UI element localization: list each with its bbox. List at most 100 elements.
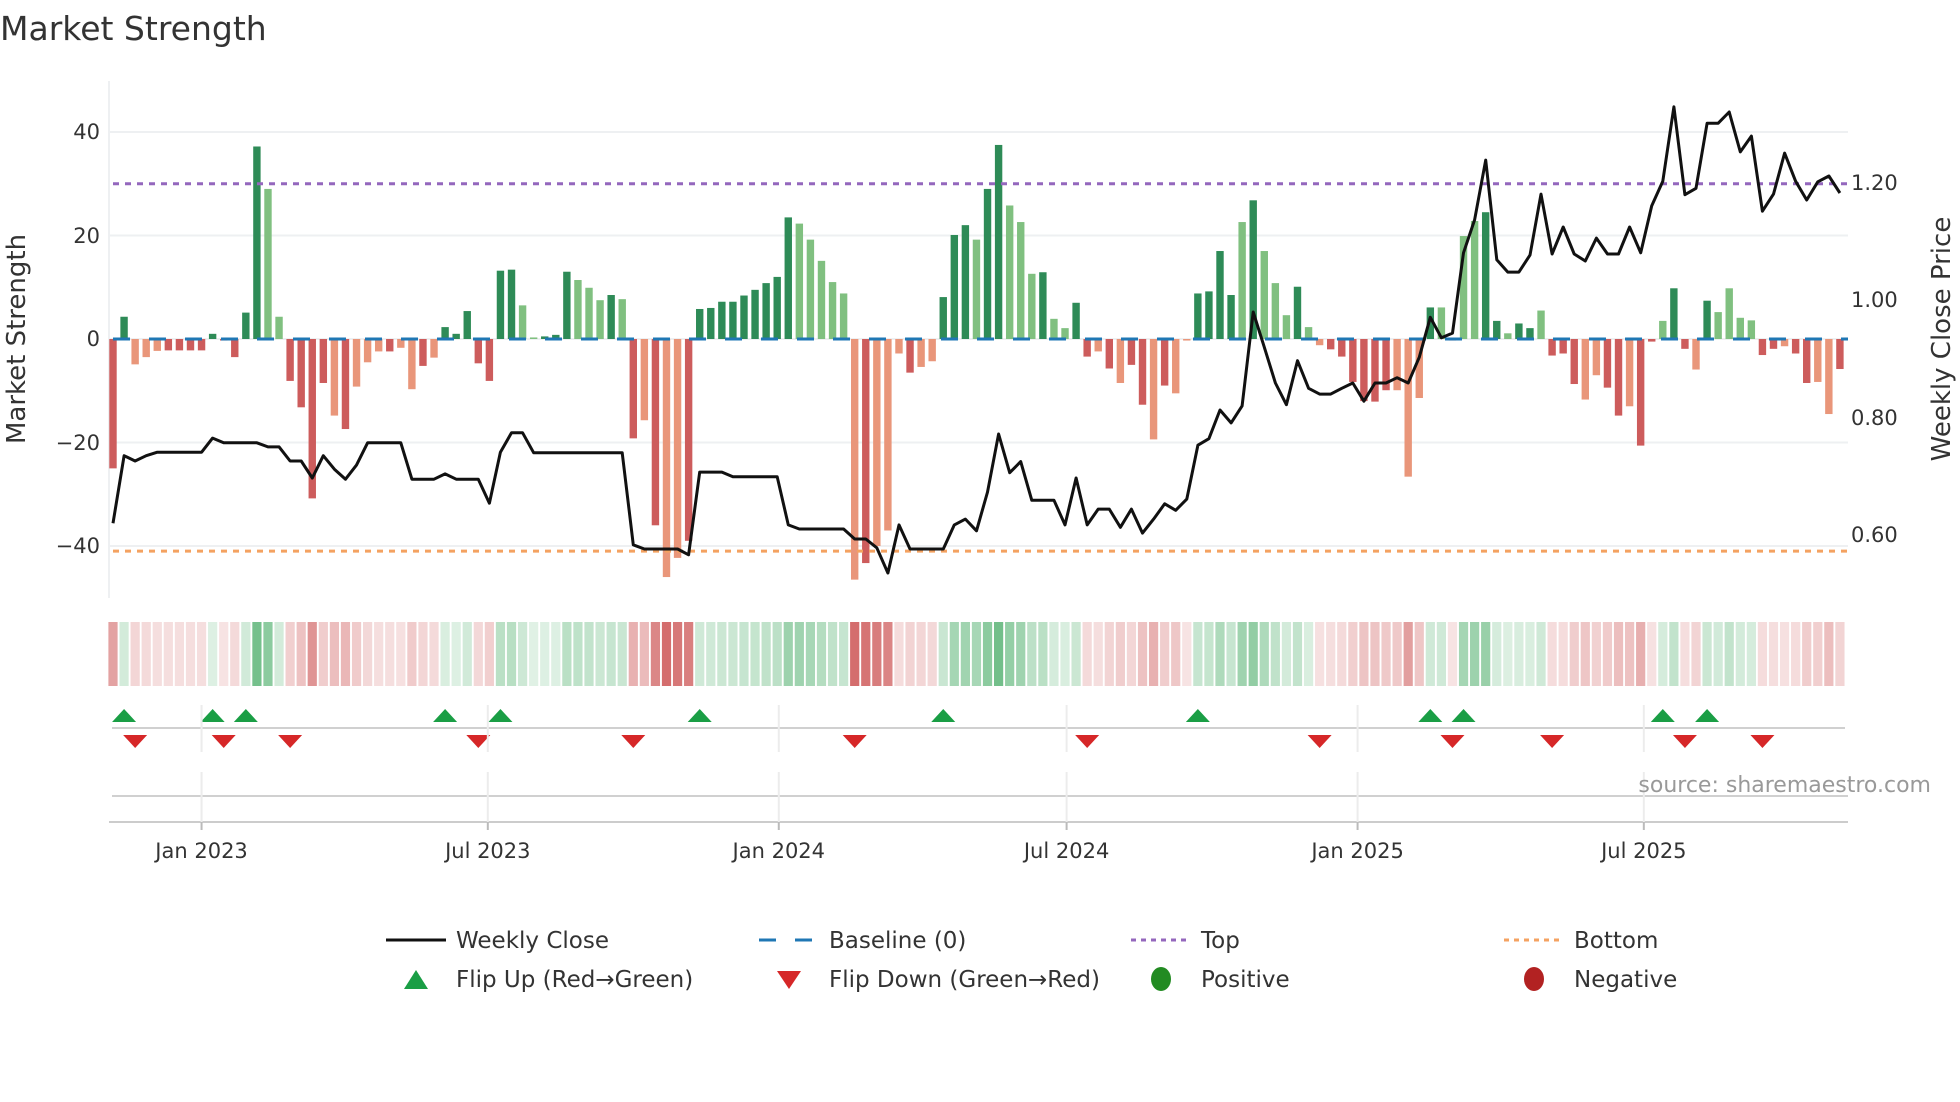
- legend-item-top[interactable]: Top: [1131, 928, 1240, 954]
- strength-bar: [629, 339, 637, 439]
- heat-cell: [1071, 622, 1081, 686]
- heat-cell: [517, 622, 528, 686]
- flip-down-marker: [278, 735, 303, 748]
- legend-item-weekly-close[interactable]: Weekly Close: [386, 928, 609, 954]
- strength-bar: [1703, 300, 1711, 339]
- heat-cell: [1171, 622, 1181, 686]
- strength-bar: [1570, 339, 1578, 385]
- heat-cell: [794, 622, 804, 686]
- strength-bar: [773, 276, 781, 339]
- heat-cell: [1148, 622, 1159, 686]
- strength-bar: [352, 339, 361, 387]
- strength-bar: [1050, 318, 1058, 339]
- strength-bar: [684, 339, 693, 541]
- strength-bar: [1747, 320, 1756, 339]
- heat-cell: [971, 622, 982, 686]
- strength-bar: [1493, 320, 1501, 339]
- heat-cell: [827, 622, 838, 686]
- legend-label: Negative: [1574, 967, 1677, 993]
- heat-cell: [1281, 622, 1292, 686]
- heat-cell: [1005, 622, 1015, 686]
- flip-up-marker: [200, 709, 225, 722]
- heat-cell: [1326, 622, 1336, 686]
- strength-bar: [297, 339, 305, 408]
- x-tick-label: Jul 2025: [1599, 839, 1686, 863]
- heat-cell: [672, 622, 683, 686]
- strength-bar: [1559, 339, 1567, 354]
- strength-bar: [740, 295, 748, 339]
- heat-cell: [252, 622, 262, 686]
- heat-cell: [927, 622, 937, 686]
- strength-bar: [1625, 339, 1634, 407]
- y-axis-left: 40 20 0 −20 −40 Market Strength: [2, 120, 100, 558]
- strength-bar: [729, 301, 737, 339]
- strength-bar: [1814, 339, 1822, 382]
- heat-cell: [1470, 622, 1480, 686]
- heat-cell: [1835, 622, 1845, 686]
- strength-bar: [186, 339, 195, 351]
- flip-up-marker: [687, 709, 712, 722]
- heat-cell: [1137, 622, 1148, 686]
- strength-bar: [1681, 339, 1689, 349]
- strength-bar: [1327, 339, 1335, 350]
- heat-cell: [1636, 622, 1646, 686]
- heat-cell: [1481, 622, 1491, 686]
- strength-bar: [806, 239, 815, 339]
- heat-cell: [661, 622, 672, 686]
- heat-cell: [529, 622, 539, 686]
- heat-cell: [1525, 622, 1535, 686]
- heat-cell: [396, 622, 406, 686]
- strength-bar: [1825, 339, 1833, 415]
- strength-bar: [1404, 339, 1412, 477]
- heat-cell: [1115, 622, 1125, 686]
- strength-bar: [1736, 317, 1744, 339]
- heat-cell: [1458, 622, 1469, 686]
- heat-cell: [462, 622, 472, 686]
- strength-bar: [1183, 339, 1191, 341]
- strength-bar: [1581, 339, 1590, 400]
- heat-cell: [1791, 622, 1801, 686]
- heat-cell: [1768, 622, 1779, 686]
- y-tick: −40: [56, 534, 100, 558]
- heat-cell: [750, 622, 760, 686]
- heat-cell: [1779, 622, 1790, 686]
- flip-down-marker: [211, 735, 236, 748]
- legend-item-flip-down[interactable]: Flip Down (Green→Red): [777, 967, 1100, 993]
- strength-bar: [419, 339, 427, 366]
- strength-bar: [1504, 333, 1512, 339]
- legend-item-positive[interactable]: Positive: [1151, 967, 1290, 993]
- strength-bar: [651, 339, 660, 526]
- strength-bar: [1603, 339, 1612, 388]
- strength-bar: [1293, 286, 1302, 339]
- legend-item-bottom[interactable]: Bottom: [1504, 928, 1658, 954]
- strength-bar: [275, 316, 283, 339]
- heat-cell: [440, 622, 450, 686]
- strength-bar: [1791, 339, 1800, 354]
- legend-item-negative[interactable]: Negative: [1524, 967, 1677, 993]
- y-tick: 0: [87, 327, 100, 351]
- heat-cell: [1824, 622, 1834, 686]
- heat-cell: [1414, 622, 1424, 686]
- strength-bar: [363, 339, 372, 363]
- flip-down-marker: [1750, 735, 1775, 748]
- legend-item-baseline[interactable]: Baseline (0): [759, 928, 966, 954]
- heat-cell: [329, 622, 339, 686]
- strength-bar: [718, 301, 726, 339]
- heat-cell: [119, 622, 129, 686]
- heat-cell: [994, 622, 1004, 686]
- heat-cell: [1204, 622, 1214, 686]
- heat-cell: [152, 622, 162, 686]
- strength-bar: [1271, 283, 1280, 339]
- heat-cell: [1104, 622, 1114, 686]
- heat-cell: [1337, 622, 1347, 686]
- heat-cell: [185, 622, 196, 686]
- flip-up-marker: [931, 709, 956, 722]
- strength-bar: [662, 339, 671, 578]
- legend-item-flip-up[interactable]: Flip Up (Red→Green): [404, 967, 693, 993]
- heat-strip: [108, 622, 1845, 686]
- strength-bar: [264, 188, 272, 339]
- strength-bar: [1138, 339, 1147, 405]
- flip-down-marker: [621, 735, 646, 748]
- heat-cell: [429, 622, 439, 686]
- strength-bar: [1836, 339, 1844, 370]
